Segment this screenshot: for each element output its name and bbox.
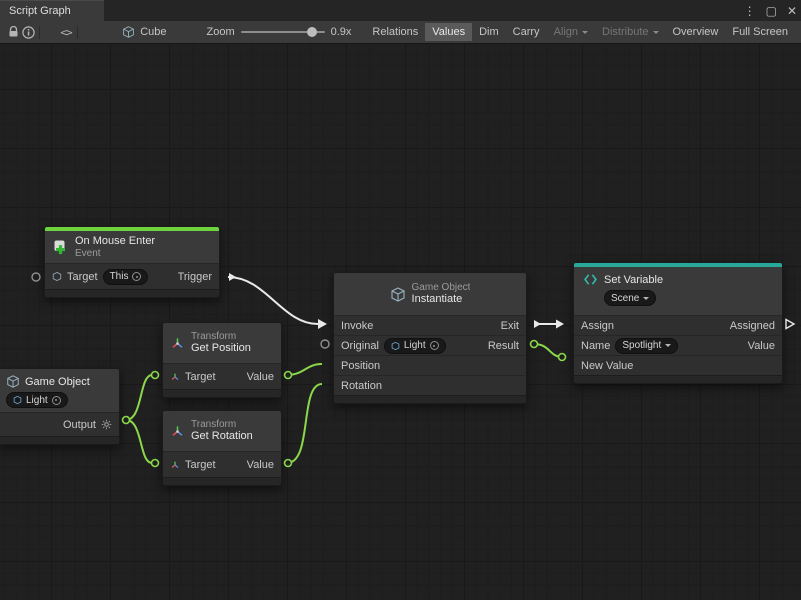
node-title: Get Position bbox=[191, 342, 251, 355]
close-icon[interactable]: ✕ bbox=[787, 4, 797, 18]
node-category: Game Object bbox=[412, 282, 471, 294]
relations-button[interactable]: Relations bbox=[365, 23, 425, 41]
port-label-target: Target bbox=[185, 371, 216, 383]
node-title: On Mouse Enter bbox=[75, 235, 155, 248]
cube-icon bbox=[122, 25, 135, 39]
code-view-icon[interactable]: <> bbox=[59, 23, 74, 42]
fullscreen-button[interactable]: Full Screen bbox=[725, 23, 795, 41]
tab-script-graph[interactable]: Script Graph bbox=[0, 0, 104, 21]
this-object-field[interactable]: This bbox=[103, 269, 149, 285]
tab-label: Script Graph bbox=[9, 5, 71, 17]
carry-button[interactable]: Carry bbox=[506, 23, 547, 41]
port-label-target: Target bbox=[185, 459, 216, 471]
distribute-dropdown[interactable]: Distribute bbox=[595, 23, 665, 41]
port-label-name: Name bbox=[581, 340, 610, 352]
node-title: Get Rotation bbox=[191, 430, 253, 443]
object-picker-icon[interactable] bbox=[52, 396, 61, 405]
event-icon bbox=[52, 239, 69, 256]
chevron-down-icon bbox=[653, 31, 659, 37]
port-label-position: Position bbox=[341, 360, 380, 372]
port-label-new-value: New Value bbox=[581, 360, 633, 372]
gameobject-icon bbox=[390, 286, 406, 303]
light-object-field[interactable]: Light bbox=[6, 392, 68, 408]
node-footer bbox=[163, 389, 281, 397]
variable-icon bbox=[583, 272, 598, 287]
node-on-mouse-enter[interactable]: On Mouse Enter Event Target This Trigger bbox=[44, 226, 220, 298]
port-label-trigger: Trigger bbox=[178, 271, 212, 283]
chevron-down-icon bbox=[643, 297, 649, 303]
port-label-exit: Exit bbox=[501, 320, 519, 332]
port-label-assigned: Assigned bbox=[730, 320, 775, 332]
port-label-value: Value bbox=[247, 371, 274, 383]
port-label-original: Original bbox=[341, 340, 379, 352]
node-category: Transform bbox=[191, 419, 253, 431]
zoom-value: 0.9x bbox=[331, 26, 352, 38]
more-menu-icon[interactable]: ⋮ bbox=[744, 4, 756, 18]
values-button[interactable]: Values bbox=[425, 23, 472, 41]
tab-strip: Script Graph ⋮ ▢ ✕ bbox=[0, 0, 801, 21]
gameobject-icon bbox=[6, 374, 20, 389]
graph-title: Cube bbox=[122, 25, 166, 39]
gear-icon bbox=[101, 419, 112, 430]
gameobject-mini-icon bbox=[391, 341, 400, 351]
chevron-down-icon bbox=[582, 31, 588, 37]
transform-mini-icon bbox=[170, 460, 180, 470]
node-get-position[interactable]: Transform Get Position Target Value bbox=[162, 322, 282, 398]
variable-name-dropdown[interactable]: Spotlight bbox=[615, 338, 678, 354]
lock-icon[interactable] bbox=[6, 23, 21, 42]
graph-canvas[interactable]: On Mouse Enter Event Target This Trigger bbox=[0, 44, 801, 600]
node-footer bbox=[334, 395, 526, 403]
transform-mini-icon bbox=[170, 372, 180, 382]
zoom-label: Zoom bbox=[207, 26, 235, 38]
node-title: Instantiate bbox=[412, 293, 471, 306]
zoom-slider-handle[interactable] bbox=[307, 27, 317, 37]
chevron-down-icon bbox=[665, 344, 671, 350]
divider bbox=[77, 26, 78, 39]
align-dropdown[interactable]: Align bbox=[547, 23, 595, 41]
original-object-field[interactable]: Light bbox=[384, 338, 446, 354]
node-title: Set Variable bbox=[604, 274, 663, 286]
port-label-target: Target bbox=[67, 271, 98, 283]
gameobject-mini-icon bbox=[52, 271, 62, 282]
node-category: Transform bbox=[191, 331, 251, 343]
port-label-invoke: Invoke bbox=[341, 320, 373, 332]
port-label-output: Output bbox=[63, 419, 96, 431]
node-title: Game Object bbox=[25, 376, 90, 388]
zoom-slider[interactable] bbox=[241, 31, 325, 33]
divider bbox=[39, 26, 40, 39]
object-picker-icon[interactable] bbox=[430, 341, 439, 350]
node-set-variable[interactable]: Set Variable Scene Assign Assigned Name … bbox=[573, 262, 783, 384]
gameobject-mini-icon bbox=[13, 395, 22, 405]
port-label-rotation: Rotation bbox=[341, 380, 382, 392]
port-label-value: Value bbox=[748, 340, 775, 352]
graph-toolbar: <> Cube Zoom 0.9x Relations Values Dim C… bbox=[0, 21, 801, 44]
node-footer bbox=[574, 375, 782, 383]
scope-dropdown[interactable]: Scene bbox=[604, 290, 656, 306]
port-label-result: Result bbox=[488, 340, 519, 352]
node-instantiate[interactable]: Game Object Instantiate Invoke Exit Orig… bbox=[333, 272, 527, 404]
info-icon[interactable] bbox=[21, 23, 36, 42]
node-footer bbox=[163, 477, 281, 485]
node-footer bbox=[45, 289, 219, 297]
transform-icon bbox=[170, 424, 185, 439]
port-label-assign: Assign bbox=[581, 320, 614, 332]
dim-button[interactable]: Dim bbox=[472, 23, 506, 41]
overview-button[interactable]: Overview bbox=[666, 23, 726, 41]
object-picker-icon[interactable] bbox=[132, 272, 141, 281]
node-subtitle: Event bbox=[75, 248, 155, 260]
node-footer bbox=[0, 436, 119, 444]
port-label-value: Value bbox=[247, 459, 274, 471]
maximize-icon[interactable]: ▢ bbox=[766, 4, 777, 18]
node-get-rotation[interactable]: Transform Get Rotation Target Value bbox=[162, 410, 282, 486]
transform-icon bbox=[170, 336, 185, 351]
graph-name-label: Cube bbox=[140, 26, 166, 38]
node-light-object[interactable]: Game Object Light Output bbox=[0, 368, 120, 445]
